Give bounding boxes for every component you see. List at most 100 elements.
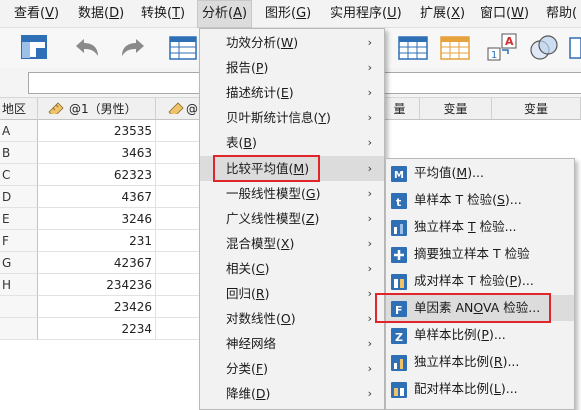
menu-item-correlate[interactable]: 相关(C) › [200,256,384,281]
menu-item-mixed-models[interactable]: 混合模型(X) › [200,231,384,256]
submenu-arrow-icon: › [367,61,372,74]
svg-text:1: 1 [491,50,497,61]
use-sets-icon[interactable] [526,32,560,64]
table-cell[interactable] [156,274,200,296]
menu-item-paired-samples-proportions[interactable]: 配对样本比例(L)... [386,376,574,402]
menu-item-bayesian-statistics[interactable]: 贝叶斯统计信息(Y) › [200,105,384,130]
table-cell[interactable]: 234236 [38,274,156,296]
svg-text:t: t [396,196,401,209]
row-label[interactable] [0,296,38,318]
menu-graphs[interactable]: 图形(G) [265,0,311,28]
menu-extensions[interactable]: 扩展(X) [420,0,465,28]
menu-item-neural-networks[interactable]: 神经网络 › [200,331,384,356]
menu-view[interactable]: 查看(V) [14,0,59,28]
table-cell[interactable]: 4367 [38,186,156,208]
analyze-menu: 功效分析(W) › 报告(P) › 描述统计(E) › 贝叶斯统计信息(Y) › 表(B… [199,28,385,410]
submenu-arrow-icon: › [367,262,372,275]
row-label[interactable]: D [0,186,38,208]
menu-item-dimension-reduction[interactable]: 降维(D) › [200,381,384,406]
submenu-arrow-icon: › [367,111,372,124]
menu-transform[interactable]: 转换(T) [141,0,185,28]
submenu-arrow-icon: › [367,36,372,49]
redo-icon[interactable] [116,32,150,64]
table-cell[interactable]: 23535 [38,120,156,142]
menu-window[interactable]: 窗口(W) [480,0,529,28]
goto-case-icon[interactable] [166,32,200,64]
row-label[interactable] [0,318,38,340]
menu-item-one-sample-proportions[interactable]: Z 单样本比例(P)... [386,322,574,348]
svg-text:Z: Z [395,331,403,344]
menu-item-independent-samples-t-test[interactable]: 独立样本 T 检验... [386,214,574,240]
table-cell[interactable] [156,186,200,208]
table-cell[interactable]: 2234 [38,318,156,340]
submenu-arrow-icon: › [367,162,372,175]
row-label[interactable]: F [0,230,38,252]
submenu-arrow-icon: › [367,187,372,200]
menu-item-summary-independent-t-test[interactable]: 摘要独立样本 T 检验 [386,241,574,267]
menu-item-general-linear-model[interactable]: 一般线性模型(G) › [200,181,384,206]
menu-item-loglinear[interactable]: 对数线性(O) › [200,306,384,331]
table-cell[interactable]: 3246 [38,208,156,230]
summary-t-icon [391,246,407,263]
column-header-region[interactable]: 地区 [0,98,38,120]
row-label[interactable]: C [0,164,38,186]
menu-data[interactable]: 数据(D) [78,0,124,28]
row-label[interactable]: A [0,120,38,142]
one-sample-t-icon: t [391,192,407,209]
table-cell[interactable]: 3463 [38,142,156,164]
table-cell[interactable] [156,318,200,340]
menu-item-one-sample-t-test[interactable]: t 单样本 T 检验(S)... [386,187,574,213]
toolbar-overflow-icon[interactable] [566,32,581,64]
menu-item-descriptive-statistics[interactable]: 描述统计(E) › [200,80,384,105]
row-label[interactable]: B [0,142,38,164]
menu-item-power-analysis[interactable]: 功效分析(W) › [200,30,384,55]
table-cell[interactable] [156,120,200,142]
submenu-arrow-icon: › [367,86,372,99]
menu-item-paired-samples-t-test[interactable]: 成对样本 T 检验(P)... [386,268,574,294]
undo-icon[interactable] [70,32,104,64]
table-cell[interactable] [156,164,200,186]
insert-variable-icon[interactable] [438,32,472,64]
svg-text:A: A [505,35,514,48]
menu-utilities[interactable]: 实用程序(U) [330,0,402,28]
table-cell[interactable] [156,230,200,252]
menu-item-independent-samples-proportions[interactable]: 独立样本比例(R)... [386,349,574,375]
column-header-var[interactable]: 变量 [420,98,492,120]
menu-item-tables[interactable]: 表(B) › [200,130,384,155]
table-cell[interactable] [156,296,200,318]
row-label[interactable]: H [0,274,38,296]
table-cell[interactable] [156,208,200,230]
column-header-female[interactable]: @ [156,98,200,120]
submenu-arrow-icon: › [367,212,372,225]
one-sample-proportion-icon: Z [391,327,407,344]
table-cell[interactable]: 23426 [38,296,156,318]
submenu-arrow-icon: › [367,312,372,325]
menu-help[interactable]: 帮助( [546,0,577,28]
table-cell[interactable]: 42367 [38,252,156,274]
menu-item-classify[interactable]: 分类(F) › [200,356,384,381]
data-editor-icon[interactable] [18,32,52,64]
column-header-male[interactable]: @1（男性） [38,98,156,120]
menu-item-means[interactable]: M 平均值(M)... [386,160,574,186]
menu-item-generalized-linear-models[interactable]: 广义线性模型(Z) › [200,206,384,231]
split-file-icon[interactable] [396,32,430,64]
menu-bar: 查看(V) 数据(D) 转换(T) 分析(A) 图形(G) 实用程序(U) 扩展… [0,0,581,28]
variable-ruler-icon [48,99,64,120]
column-header-var[interactable]: 变量 [492,98,581,120]
table-cell[interactable] [156,252,200,274]
table-cell[interactable] [156,142,200,164]
compare-means-submenu: M 平均值(M)... t 单样本 T 检验(S)... 独立样本 T 检验..… [375,158,575,410]
independent-proportion-icon [391,354,407,371]
submenu-arrow-icon: › [367,287,372,300]
independent-t-icon [391,219,407,236]
table-cell[interactable]: 231 [38,230,156,252]
menu-item-reports[interactable]: 报告(P) › [200,55,384,80]
value-labels-icon[interactable]: 1 A [486,32,520,64]
menu-analyze[interactable]: 分析(A) [197,0,253,28]
row-label[interactable]: G [0,252,38,274]
svg-text:M: M [394,170,404,181]
menu-item-regression[interactable]: 回归(R) › [200,281,384,306]
row-label[interactable]: E [0,208,38,230]
table-cell[interactable]: 62323 [38,164,156,186]
submenu-arrow-icon: › [367,337,372,350]
